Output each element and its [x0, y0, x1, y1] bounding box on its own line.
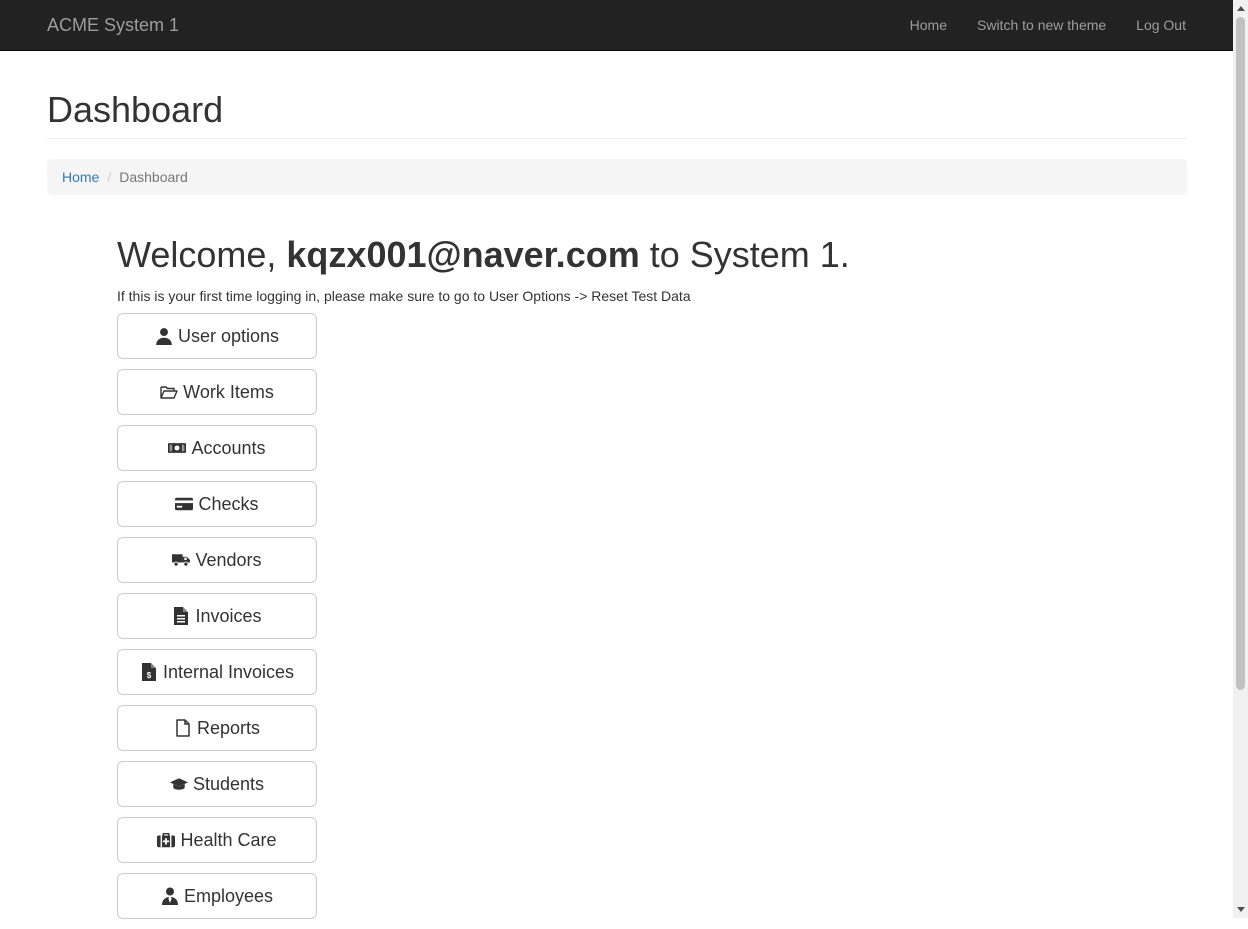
- breadcrumb-separator: /: [107, 169, 112, 185]
- welcome-prefix: Welcome,: [117, 234, 277, 275]
- breadcrumb-home-link[interactable]: Home: [62, 169, 99, 185]
- welcome-heading: Welcome, kqzx001@naver.com to System 1.: [117, 232, 1117, 278]
- students-button[interactable]: Students: [117, 761, 317, 807]
- health-care-button[interactable]: Health Care: [117, 817, 317, 863]
- internal-invoices-button[interactable]: $ Internal Invoices: [117, 649, 317, 695]
- scroll-down-arrow-icon[interactable]: [1233, 901, 1248, 918]
- button-label: Employees: [183, 885, 274, 906]
- nav-links: Home Switch to new theme Log Out: [895, 0, 1186, 50]
- reports-button[interactable]: Reports: [117, 705, 317, 751]
- folder-open-icon: [160, 383, 178, 401]
- dashboard-main: Welcome, kqzx001@naver.com to System 1. …: [117, 232, 1117, 929]
- user-options-button[interactable]: User options: [117, 313, 317, 359]
- button-label: User options: [177, 325, 280, 346]
- scrollbar-thumb[interactable]: [1236, 17, 1245, 690]
- vendors-button[interactable]: Vendors: [117, 537, 317, 583]
- nav-switch-theme-link[interactable]: Switch to new theme: [962, 0, 1121, 50]
- file-alt-icon: [172, 607, 190, 625]
- money-bill-icon: [168, 439, 187, 457]
- file-icon: [174, 719, 192, 737]
- page-title: Dashboard: [47, 89, 224, 130]
- breadcrumb: Home / Dashboard: [47, 159, 1187, 195]
- nav-logout-link[interactable]: Log Out: [1121, 0, 1186, 50]
- button-label: Vendors: [195, 549, 262, 570]
- scroll-up-arrow-icon[interactable]: [1233, 0, 1248, 17]
- invoices-button[interactable]: Invoices: [117, 593, 317, 639]
- page-header: Dashboard: [47, 91, 1187, 139]
- truck-icon: [172, 551, 191, 569]
- top-navbar: ACME System 1 Home Switch to new theme L…: [0, 0, 1233, 51]
- button-label: Work Items: [183, 381, 274, 402]
- first-login-notice: If this is your first time logging in, p…: [117, 288, 691, 304]
- graduation-cap-icon: [169, 775, 188, 793]
- button-label: Checks: [198, 493, 259, 514]
- menu-button-list: User options Work Items Accounts Checks: [117, 313, 1117, 919]
- button-label: Students: [192, 773, 265, 794]
- welcome-user: kqzx001@naver.com: [286, 234, 640, 275]
- button-label: Internal Invoices: [162, 661, 295, 682]
- file-invoice-dollar-icon: $: [140, 663, 158, 681]
- nav-home-link[interactable]: Home: [895, 0, 962, 50]
- button-label: Reports: [196, 717, 261, 738]
- button-label: Health Care: [180, 829, 277, 850]
- credit-card-icon: [175, 495, 194, 513]
- button-label: Invoices: [195, 605, 262, 626]
- work-items-button[interactable]: Work Items: [117, 369, 317, 415]
- button-label: Accounts: [191, 437, 266, 458]
- accounts-button[interactable]: Accounts: [117, 425, 317, 471]
- breadcrumb-current: Dashboard: [119, 169, 188, 185]
- medkit-icon: [157, 831, 176, 849]
- employees-button[interactable]: Employees: [117, 873, 317, 919]
- checks-button[interactable]: Checks: [117, 481, 317, 527]
- vertical-scrollbar[interactable]: [1233, 0, 1248, 918]
- user-icon: [155, 327, 173, 345]
- welcome-suffix: to System 1.: [649, 234, 850, 275]
- svg-text:$: $: [147, 671, 152, 680]
- content-container: Dashboard Home / Dashboard: [47, 51, 1187, 195]
- user-tie-icon: [161, 887, 179, 905]
- brand-link[interactable]: ACME System 1: [47, 15, 179, 35]
